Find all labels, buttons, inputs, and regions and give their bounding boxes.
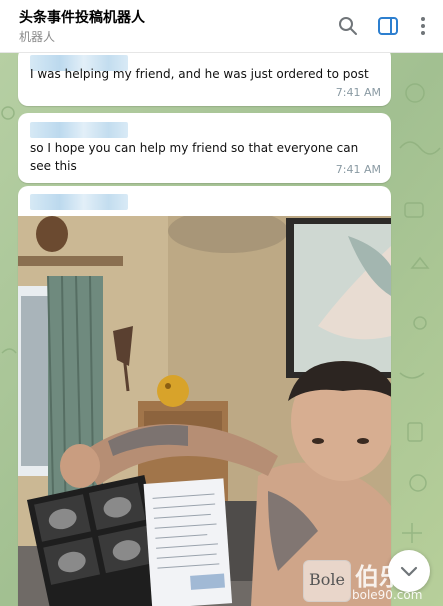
sender-name-blurred (30, 194, 128, 210)
message-bubble[interactable]: so I hope you can help my friend so that… (18, 113, 391, 183)
sender-name-blurred (30, 122, 128, 138)
chat-area[interactable]: I was helping my friend, and he was just… (0, 53, 443, 606)
chat-title[interactable]: 头条事件投稿机器人 (19, 7, 145, 27)
chat-subtitle: 机器人 (19, 30, 56, 44)
message-text: I was helping my friend, and he was just… (30, 67, 369, 81)
watermark-url: bole90.com (352, 588, 423, 602)
watermark-logo: Bole (303, 560, 351, 602)
message-time: 7:41 AM (335, 86, 381, 99)
message-photo[interactable] (18, 216, 391, 606)
message-time: 7:41 AM (335, 163, 381, 176)
message-bubble[interactable]: I was helping my friend, and he was just… (18, 53, 391, 106)
message-text: so I hope you can help my friend so that… (30, 141, 359, 173)
chat-header: 头条事件投稿机器人 机器人 (0, 0, 443, 53)
more-vertical-icon[interactable] (411, 14, 435, 38)
photo-image (18, 216, 391, 606)
watermark-logo-text: Bole (309, 570, 345, 589)
search-icon[interactable] (336, 14, 360, 38)
sidebar-toggle-icon[interactable] (376, 14, 400, 38)
watermark-text: 伯乐 (355, 563, 403, 591)
